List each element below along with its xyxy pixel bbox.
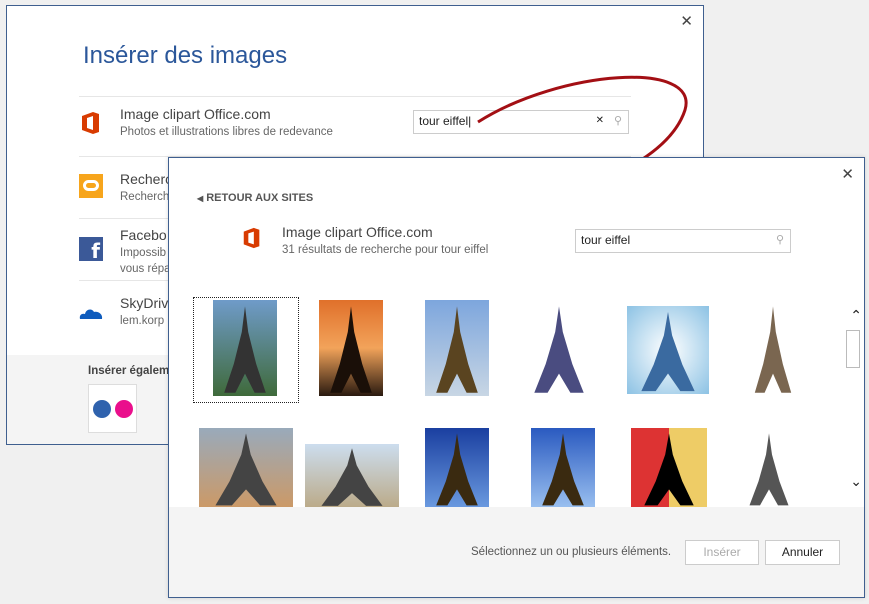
selected-thumbnail-focus bbox=[193, 297, 299, 403]
clipart-thumbnail[interactable] bbox=[739, 428, 799, 508]
close-button[interactable]: ✕ bbox=[841, 165, 854, 183]
clipart-thumbnail[interactable] bbox=[531, 428, 595, 508]
clipart-thumbnail[interactable] bbox=[199, 428, 293, 508]
chevron-left-icon: ◀ bbox=[197, 194, 204, 203]
clipart-search-input[interactable]: tour eiffel ⚲ bbox=[575, 229, 791, 253]
dialog-footer: Sélectionnez un ou plusieurs éléments. I… bbox=[169, 507, 864, 597]
cancel-button[interactable]: Annuler bbox=[765, 540, 840, 565]
clipart-thumbnail[interactable] bbox=[425, 428, 489, 508]
clipart-thumbnail[interactable] bbox=[745, 300, 801, 396]
clipart-thumbnail[interactable] bbox=[425, 300, 489, 396]
source-name: Image clipart Office.com bbox=[282, 224, 433, 240]
scroll-down-button[interactable]: ⌄ bbox=[850, 474, 862, 490]
results-count: 31 résultats de recherche pour tour eiff… bbox=[282, 244, 489, 256]
scrollbar-thumb[interactable] bbox=[846, 330, 860, 368]
search-icon[interactable]: ⚲ bbox=[776, 233, 784, 246]
scroll-up-button[interactable]: ⌃ bbox=[850, 308, 862, 324]
search-value: tour eiffel bbox=[581, 233, 631, 247]
insert-button[interactable]: Insérer bbox=[685, 540, 759, 565]
clipart-thumbnail[interactable] bbox=[521, 300, 597, 396]
clipart-results-dialog: ✕ ◀ RETOUR AUX SITES Image clipart Offic… bbox=[168, 157, 865, 598]
office-icon bbox=[243, 227, 260, 249]
status-text: Sélectionnez un ou plusieurs éléments. bbox=[471, 546, 672, 558]
clipart-thumbnail[interactable] bbox=[631, 428, 707, 508]
results-grid bbox=[169, 288, 849, 508]
clipart-thumbnail[interactable] bbox=[319, 300, 383, 396]
clipart-thumbnail[interactable] bbox=[627, 306, 709, 394]
clipart-thumbnail[interactable] bbox=[305, 444, 399, 508]
back-to-sites-link[interactable]: ◀ RETOUR AUX SITES bbox=[197, 192, 313, 204]
